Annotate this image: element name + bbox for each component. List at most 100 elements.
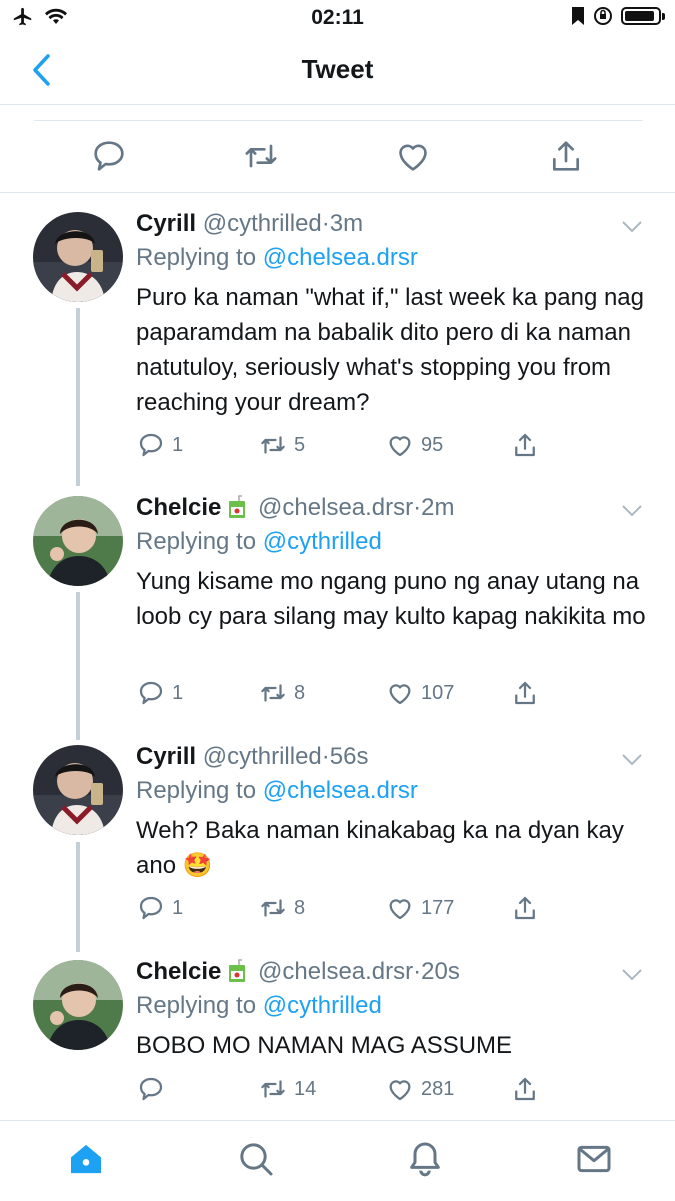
like-button[interactable]: 281: [385, 1074, 454, 1104]
like-button[interactable]: 177: [385, 893, 454, 923]
reply-button[interactable]: 1: [136, 678, 183, 708]
like-count: 177: [421, 896, 455, 919]
reply-button[interactable]: 1: [136, 430, 183, 460]
status-bar: 02:11: [0, 0, 675, 36]
avatar[interactable]: [33, 960, 123, 1050]
main-retweet-button[interactable]: [241, 136, 281, 176]
share-button[interactable]: [510, 893, 540, 923]
main-share-button[interactable]: [546, 136, 586, 176]
retweet-count: 14: [294, 1077, 317, 1100]
tab-search[interactable]: [236, 1139, 276, 1179]
juice-box-icon: [229, 495, 246, 518]
home-icon: [71, 1144, 101, 1174]
share-icon: [515, 896, 535, 920]
tab-home[interactable]: [66, 1139, 106, 1179]
share-icon: [515, 1077, 535, 1101]
like-icon: [399, 144, 427, 171]
battery-icon: [621, 7, 665, 25]
share-icon: [515, 433, 535, 457]
messages-icon: [577, 1145, 611, 1173]
retweet-count: 8: [294, 681, 306, 704]
like-button[interactable]: 95: [385, 430, 443, 460]
chevron-down-icon[interactable]: [621, 220, 643, 234]
avatar[interactable]: [33, 496, 123, 586]
reply-button[interactable]: 1: [136, 893, 183, 923]
author-handle: @cythrilled: [202, 210, 322, 237]
avatar[interactable]: [33, 745, 123, 835]
tweet-text: BOBO MO NAMAN MAG ASSUME: [136, 1032, 513, 1059]
author-handle: @cythrilled: [202, 743, 322, 770]
separator-dot: ·: [413, 958, 422, 985]
share-button[interactable]: [510, 1074, 540, 1104]
like-icon: [389, 684, 411, 705]
like-icon: [389, 436, 411, 457]
retweet-icon: [245, 144, 277, 168]
retweet-button[interactable]: 14: [258, 1074, 316, 1104]
reply-button[interactable]: [136, 1074, 172, 1104]
reply-tweet[interactable]: Cyrill @cythrilled·56s Replying to @chel…: [0, 743, 675, 943]
reply-count: 1: [172, 681, 184, 704]
share-icon: [515, 681, 535, 705]
reply-icon: [139, 896, 163, 920]
tweet-text: Yung kisame mo ngang puno ng anay utang …: [136, 568, 646, 630]
author-name[interactable]: Cyrill: [136, 210, 196, 237]
chevron-down-icon[interactable]: [621, 753, 643, 767]
tweet-text: Puro ka naman "what if," last week ka pa…: [136, 284, 644, 416]
replying-to: Replying to @cythrilled: [136, 992, 382, 1020]
main-like-button[interactable]: [393, 136, 433, 176]
replying-label: Replying to: [136, 992, 257, 1019]
author-handle: @chelsea.drsr: [258, 494, 414, 521]
reply-icon: [139, 433, 163, 457]
like-icon: [389, 899, 411, 920]
reply-tweet[interactable]: Chelcie @chelsea.drsr·20s Replying to @c…: [0, 958, 675, 1118]
retweet-count: 5: [294, 433, 306, 456]
main-reply-button[interactable]: [89, 136, 129, 176]
retweet-button[interactable]: 8: [258, 678, 305, 708]
tweet-actions: 1 5 95: [136, 430, 556, 466]
mention-link[interactable]: @chelsea.drsr: [263, 777, 418, 804]
tab-notifications[interactable]: [405, 1139, 445, 1179]
author-name[interactable]: Chelcie: [136, 958, 221, 985]
nav-bar: Tweet: [0, 36, 675, 105]
tab-messages[interactable]: [574, 1139, 614, 1179]
avatar[interactable]: [33, 212, 123, 302]
reply-header: Chelcie @chelsea.drsr·20s: [136, 958, 460, 986]
share-button[interactable]: [510, 678, 540, 708]
main-tweet-actions: [0, 104, 675, 193]
orientation-lock-icon: [594, 7, 612, 25]
reply-icon: [139, 681, 163, 705]
divider: [34, 120, 643, 121]
like-icon: [389, 1080, 411, 1101]
separator-dot: ·: [321, 743, 330, 770]
like-button[interactable]: 107: [385, 678, 454, 708]
tab-bar: [0, 1120, 675, 1201]
reply-count: 1: [172, 433, 184, 456]
reply-header: Cyrill @cythrilled·56s: [136, 743, 368, 771]
timestamp: 56s: [329, 743, 369, 770]
reply-tweet[interactable]: Cyrill @cythrilled·3m Replying to @chels…: [0, 210, 675, 480]
tweet-text: Weh? Baka naman kinakabag ka na dyan kay…: [136, 817, 624, 879]
reply-header: Chelcie @chelsea.drsr·2m: [136, 494, 454, 522]
like-count: 95: [421, 433, 444, 456]
mention-link[interactable]: @chelsea.drsr: [263, 244, 418, 271]
timestamp: 3m: [329, 210, 364, 237]
retweet-count: 8: [294, 896, 306, 919]
chevron-down-icon[interactable]: [621, 504, 643, 518]
share-button[interactable]: [510, 430, 540, 460]
retweet-icon: [261, 684, 285, 702]
notifications-icon: [410, 1142, 440, 1177]
reply-header: Cyrill @cythrilled·3m: [136, 210, 363, 238]
replying-to: Replying to @cythrilled: [136, 528, 382, 556]
replying-to: Replying to @chelsea.drsr: [136, 777, 418, 805]
mention-link[interactable]: @cythrilled: [263, 992, 382, 1019]
author-name[interactable]: Cyrill: [136, 743, 196, 770]
retweet-button[interactable]: 5: [258, 430, 305, 460]
author-name[interactable]: Chelcie: [136, 494, 221, 521]
tweet-actions: 14 281: [136, 1074, 556, 1110]
mention-link[interactable]: @cythrilled: [263, 528, 382, 555]
retweet-button[interactable]: 8: [258, 893, 305, 923]
retweet-icon: [261, 1080, 285, 1098]
reply-tweet[interactable]: Chelcie @chelsea.drsr·2m Replying to @cy…: [0, 494, 675, 724]
replying-label: Replying to: [136, 244, 257, 271]
chevron-down-icon[interactable]: [621, 968, 643, 982]
